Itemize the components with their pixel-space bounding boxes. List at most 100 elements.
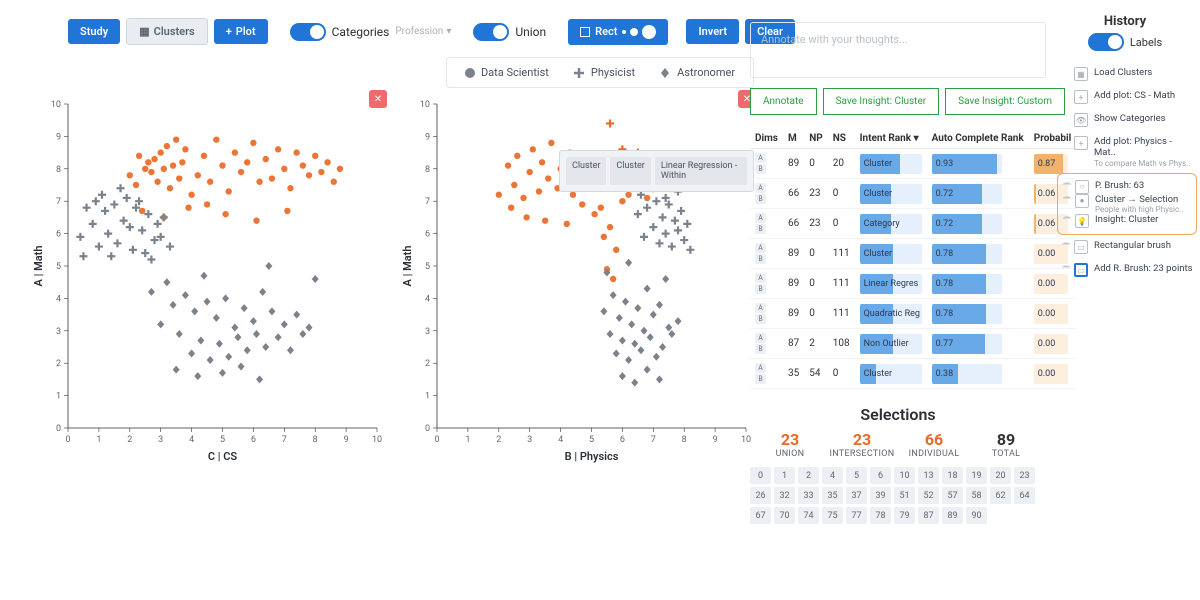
id-chip[interactable]: 35 — [822, 487, 843, 504]
annotate-button[interactable]: Annotate — [750, 88, 817, 115]
svg-text:4: 4 — [558, 435, 563, 445]
svg-text:2: 2 — [56, 359, 61, 369]
close-plot-left[interactable]: ✕ — [369, 90, 387, 108]
svg-text:7: 7 — [282, 435, 287, 445]
svg-text:5: 5 — [425, 262, 430, 272]
plot-right[interactable]: ✕ 001122334455667788991010B | PhysicsA |… — [399, 94, 754, 464]
id-chip[interactable]: 52 — [918, 487, 939, 504]
history-node-icon: ○ — [1075, 180, 1089, 194]
svg-text:3: 3 — [56, 327, 61, 337]
col-ns[interactable]: NS — [828, 129, 855, 149]
history-item[interactable]: 👁 Show Categories — [1060, 113, 1194, 127]
history-item[interactable]: ▦ Load Clusters — [1060, 67, 1194, 81]
save-insight-custom[interactable]: Save Insight: Custom — [945, 88, 1065, 115]
history-item[interactable]: + Add plot: Physics - Mat..To compare Ma… — [1060, 136, 1194, 168]
id-chip[interactable]: 2 — [798, 467, 819, 484]
clusters-segment: ▦Clusters — [126, 18, 207, 45]
svg-text:0: 0 — [425, 424, 430, 434]
id-chip[interactable]: 18 — [942, 467, 963, 484]
id-chip[interactable]: 26 — [750, 487, 771, 504]
id-chip[interactable]: 51 — [894, 487, 915, 504]
id-chip[interactable]: 4 — [822, 467, 843, 484]
trash-icon[interactable] — [1061, 195, 1073, 207]
clusters-button[interactable]: ▦Clusters — [127, 19, 206, 44]
id-chip[interactable]: 37 — [846, 487, 867, 504]
table-row[interactable]: AB 66230 Cluster 0.72 0.06 — [750, 179, 1076, 209]
history-item[interactable]: + Add plot: CS - Math — [1060, 90, 1194, 104]
svg-text:2: 2 — [425, 359, 430, 369]
table-row[interactable]: AB 35540 Cluster 0.38 0.00 — [750, 359, 1076, 389]
id-chip[interactable]: 79 — [894, 507, 915, 524]
add-plot-button[interactable]: +Plot — [214, 19, 268, 44]
union-toggle[interactable] — [473, 23, 509, 41]
col-np[interactable]: NP — [804, 129, 828, 149]
id-chip[interactable]: 33 — [798, 487, 819, 504]
invert-button[interactable]: Invert — [686, 19, 739, 44]
id-chip[interactable]: 32 — [774, 487, 795, 504]
id-chip[interactable]: 87 — [918, 507, 939, 524]
tip-cluster-1[interactable]: Cluster — [566, 157, 606, 185]
tip-linreg[interactable]: Linear Regression - Within — [655, 157, 747, 185]
svg-text:3: 3 — [158, 435, 163, 445]
svg-text:4: 4 — [425, 294, 430, 304]
id-chip[interactable]: 10 — [894, 467, 915, 484]
history-item[interactable]: ▭ Add R. Brush: 23 points — [1060, 263, 1194, 277]
id-chip[interactable]: 58 — [966, 487, 987, 504]
profession-dropdown[interactable]: Profession▾ — [395, 26, 451, 37]
sel-total-n: 89 — [970, 430, 1042, 449]
id-chip[interactable]: 77 — [846, 507, 867, 524]
history-item[interactable]: ○ P. Brush: 63 — [1061, 180, 1193, 194]
id-chip[interactable]: 19 — [966, 467, 987, 484]
id-chip[interactable]: 5 — [846, 467, 867, 484]
id-chip[interactable]: 70 — [774, 507, 795, 524]
table-row[interactable]: AB 890111 Cluster 0.78 0.00 — [750, 239, 1076, 269]
id-chip[interactable]: 57 — [942, 487, 963, 504]
trash-icon[interactable] — [1061, 181, 1073, 193]
id-chip[interactable]: 0 — [750, 467, 771, 484]
tip-cluster-2[interactable]: Cluster — [610, 157, 650, 185]
id-chip[interactable]: 90 — [966, 507, 987, 524]
id-chip[interactable]: 62 — [990, 487, 1011, 504]
history-item[interactable]: 💡 Insight: Cluster — [1061, 214, 1193, 228]
table-row[interactable]: AB 89020 Cluster 0.93 0.87 — [750, 149, 1076, 179]
svg-text:10: 10 — [420, 100, 430, 110]
col-intent[interactable]: Intent Rank ▾ — [855, 129, 927, 149]
id-chip[interactable]: 6 — [870, 467, 891, 484]
annotate-input[interactable]: Annotate with your thoughts... — [750, 22, 1046, 78]
study-button[interactable]: Study — [68, 19, 120, 44]
col-dims[interactable]: Dims — [750, 129, 783, 149]
id-chip[interactable]: 78 — [870, 507, 891, 524]
id-chip[interactable]: 20 — [990, 467, 1011, 484]
table-row[interactable]: AB 66230 Category 0.72 0.06 — [750, 209, 1076, 239]
table-row[interactable]: AB 872108 Non Outlier 0.77 0.00 — [750, 329, 1076, 359]
id-chip[interactable]: 13 — [918, 467, 939, 484]
id-chip[interactable]: 39 — [870, 487, 891, 504]
table-row[interactable]: AB 890111 Quadratic Reg 0.78 0.00 — [750, 299, 1076, 329]
id-chip[interactable]: 74 — [798, 507, 819, 524]
table-row[interactable]: AB 890111 Linear Regres 0.78 0.00 — [750, 269, 1076, 299]
svg-text:0: 0 — [56, 424, 61, 434]
history-panel: History Labels ▦ Load Clusters + Add plo… — [1056, 14, 1194, 277]
categories-toggle[interactable] — [290, 23, 326, 41]
id-chip[interactable]: 1 — [774, 467, 795, 484]
history-item[interactable]: ● Cluster → SelectionPeople with high Ph… — [1061, 194, 1193, 214]
rect-brush-button[interactable]: Rect — [568, 19, 668, 45]
col-auto[interactable]: Auto Complete Rank — [927, 129, 1029, 149]
trash-icon[interactable] — [1060, 241, 1072, 253]
trash-icon[interactable] — [1061, 215, 1073, 227]
svg-text:1: 1 — [56, 392, 61, 402]
save-insight-cluster[interactable]: Save Insight: Cluster — [823, 88, 940, 115]
col-m[interactable]: M — [783, 129, 804, 149]
id-chip[interactable]: 64 — [1014, 487, 1035, 504]
id-chip[interactable]: 67 — [750, 507, 771, 524]
id-chip[interactable]: 23 — [1014, 467, 1035, 484]
trash-icon[interactable] — [1060, 264, 1072, 276]
predictions-table: Dims M NP NS Intent Rank ▾ Auto Complete… — [750, 129, 1076, 389]
svg-text:3: 3 — [527, 435, 532, 445]
id-chip[interactable]: 89 — [942, 507, 963, 524]
labels-toggle[interactable] — [1088, 33, 1124, 51]
plot-left[interactable]: ✕ 001122334455667788991010C | CSA | Math — [30, 94, 385, 464]
sel-ind-n: 66 — [898, 430, 970, 449]
id-chip[interactable]: 75 — [822, 507, 843, 524]
history-item[interactable]: ▭ Rectangular brush — [1060, 240, 1194, 254]
